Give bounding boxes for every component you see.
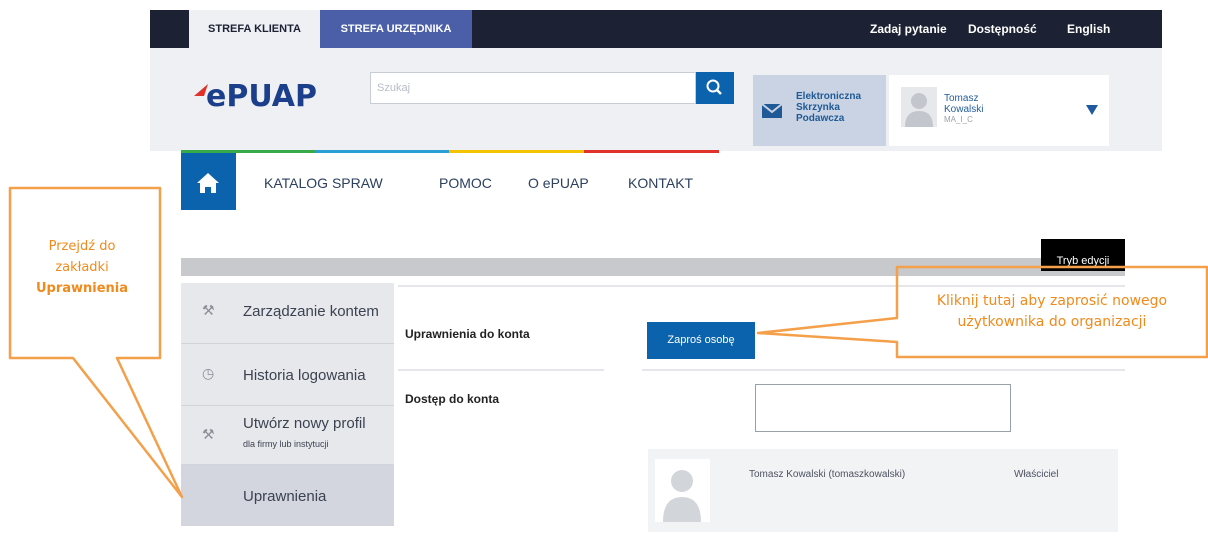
callout-right-line1: Kliknij tutaj aby zaprosić nowego	[936, 293, 1168, 309]
callout-shapes	[8, 186, 1208, 499]
callout-right: Kliknij tutaj aby zaprosić nowego użytko…	[900, 291, 1204, 333]
callout-right-line2: użytkownika do organizacji	[957, 314, 1147, 330]
callout-left: Przejdź do zakładki Uprawnienia	[22, 236, 142, 299]
callout-left-bold: Uprawnienia	[35, 281, 129, 296]
callout-left-line2: zakładki	[55, 260, 109, 275]
callout-left-line1: Przejdź do	[48, 239, 116, 254]
